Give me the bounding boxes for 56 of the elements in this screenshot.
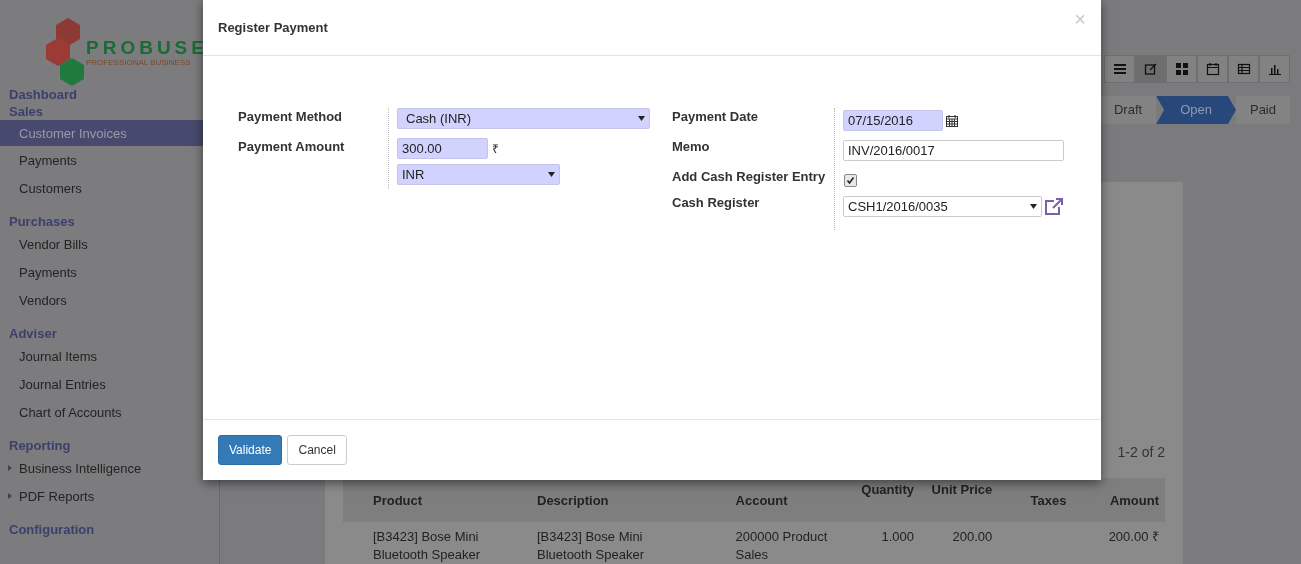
calendar-view-icon [1205, 62, 1220, 76]
caret-icon [548, 172, 555, 177]
field-label: Payment Amount [238, 139, 345, 154]
dialog-title: Register Payment [218, 20, 328, 35]
table-cell: [B3423] Bose Mini Bluetooth Speaker [373, 529, 480, 562]
amount-field[interactable]: 300.00 [397, 138, 488, 159]
field-label: Payment Method [238, 109, 342, 124]
table-cell: 200.00 ₹ [1108, 529, 1159, 544]
field-label: Cash Register [672, 195, 760, 210]
column-header[interactable]: Description [537, 492, 609, 508]
status-stage[interactable]: Paid [1235, 96, 1290, 124]
table-cell: 200.00 [952, 529, 993, 544]
caret-icon [1030, 204, 1037, 209]
checkbox[interactable] [844, 174, 857, 187]
table-cell: [B3423] Bose Mini Bluetooth Speaker [537, 529, 644, 562]
select-field[interactable]: CSH1/2016/0035 [843, 196, 1042, 217]
column-header[interactable]: Taxes [1030, 492, 1067, 508]
field-label: Add Cash Register Entry [672, 169, 826, 184]
status-stage[interactable]: Draft [1100, 96, 1157, 124]
field-label: Memo [672, 139, 710, 154]
pager-text: 1-2 of 2 [1117, 444, 1165, 462]
select-field[interactable]: Cash (INR) [397, 108, 650, 129]
currency-select[interactable]: INR [397, 164, 560, 185]
pivot-view-button[interactable] [1228, 55, 1259, 83]
caret-icon [638, 116, 645, 121]
status-stage[interactable]: Open [1156, 96, 1236, 124]
graph-view-button[interactable] [1259, 55, 1290, 83]
table-cell: 200000 Product Sales [735, 529, 828, 562]
caret-icon [8, 465, 12, 471]
kanban-view-button[interactable] [1166, 55, 1197, 83]
cancel-button[interactable]: Cancel [287, 435, 347, 465]
calendar-view-button[interactable] [1197, 55, 1228, 83]
external-link-icon[interactable] [1044, 197, 1064, 216]
menu-item[interactable]: PDF Reports [0, 482, 219, 510]
logo-tagline: PROFESSIONAL BUSINESS [86, 58, 192, 68]
column-header[interactable]: Amount [1109, 492, 1159, 508]
menu-item[interactable]: Business Intelligence [0, 454, 219, 482]
list-view-icon [1112, 62, 1127, 76]
calendar-icon[interactable] [946, 114, 958, 127]
memo-field[interactable]: INV/2016/0017 [843, 140, 1064, 161]
form-view-icon [1143, 62, 1158, 76]
column-header[interactable]: Product [373, 492, 423, 508]
table-cell: 1.000 [881, 529, 914, 544]
date-field[interactable]: 07/15/2016 [843, 110, 943, 131]
validate-button[interactable]: Validate [218, 435, 283, 465]
caret-icon [8, 493, 12, 499]
kanban-view-icon [1174, 62, 1189, 76]
column-header[interactable]: Account [735, 492, 788, 508]
menu-section-title[interactable]: Configuration [0, 521, 219, 538]
logo-name: PROBUSE [86, 38, 208, 58]
currency-symbol: ₹ [492, 141, 499, 157]
field-label: Payment Date [672, 109, 758, 124]
list-view-button[interactable] [1104, 55, 1135, 83]
graph-view-icon [1267, 62, 1282, 76]
pivot-view-icon [1236, 62, 1251, 76]
form-view-button[interactable] [1135, 55, 1166, 83]
